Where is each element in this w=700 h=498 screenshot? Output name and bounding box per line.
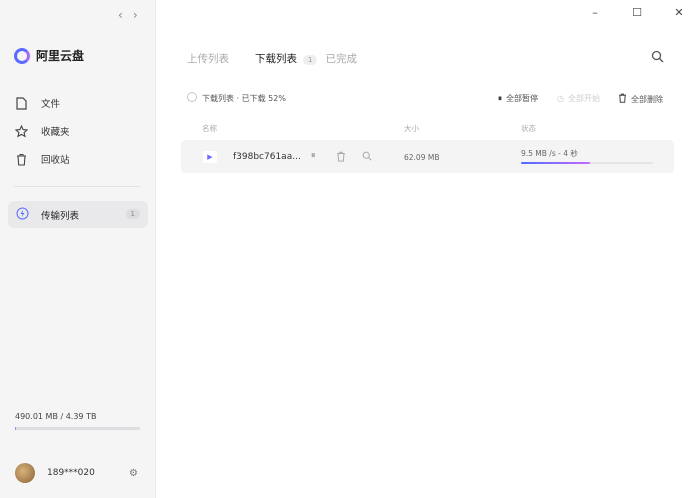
- forward-arrow-icon[interactable]: ›: [133, 8, 138, 22]
- storage-bar: [15, 427, 140, 430]
- brand: 阿里云盘: [14, 47, 84, 64]
- file-icon: [14, 96, 28, 110]
- download-progress-bar: [521, 162, 653, 164]
- delete-all-label: 全部删除: [631, 94, 663, 104]
- storage-bar-fill: [15, 427, 16, 430]
- file-name: f398bc761aa...: [233, 152, 301, 162]
- sidebar-item-transfer[interactable]: 传输列表 1: [8, 201, 148, 228]
- pause-icon[interactable]: ⏸: [311, 151, 316, 161]
- video-file-icon: ▶: [203, 151, 217, 163]
- select-summary: 下载列表 · 已下载 52%: [202, 94, 286, 103]
- sidebar-divider: [14, 186, 140, 187]
- start-all-button[interactable]: ◷ 全部开始: [557, 93, 600, 104]
- pause-all-button[interactable]: ⏸ 全部暂停: [498, 93, 538, 104]
- tab-completed[interactable]: 已完成: [325, 51, 357, 66]
- count-badge: 1: [125, 209, 140, 219]
- column-header-name: 名称: [202, 124, 217, 133]
- play-circle-icon: ◷: [557, 94, 564, 103]
- tab-download-group: 下载列表 1 已完成: [255, 51, 357, 66]
- sidebar-item-label: 收藏夹: [41, 127, 70, 138]
- count-badge: 1: [303, 55, 318, 65]
- storage-usage: 490.01 MB / 4.39 TB: [15, 412, 97, 421]
- start-all-label: 全部开始: [567, 94, 600, 103]
- search-icon[interactable]: [651, 50, 664, 66]
- main-panel: – ☐ ✕ 上传列表 下载列表 1 已完成 下载列表 · 已下载 52% ⏸ 全部…: [156, 0, 700, 498]
- column-header-size: 大小: [404, 124, 419, 133]
- star-icon: [14, 124, 28, 138]
- maximize-icon[interactable]: ☐: [616, 6, 658, 19]
- sidebar-item-trash[interactable]: 回收站: [14, 152, 70, 166]
- pause-icon: ⏸: [498, 93, 502, 103]
- download-progress-fill: [521, 162, 590, 164]
- trash-icon[interactable]: [336, 151, 346, 165]
- sidebar-item-files[interactable]: 文件: [14, 96, 60, 110]
- tab-label: 下载列表: [255, 53, 297, 65]
- nav-arrows: ‹ ›: [118, 8, 138, 22]
- user-name: 189***020: [47, 468, 95, 478]
- download-status: 9.5 MB /s - 4 秒: [521, 149, 578, 158]
- sidebar-item-label: 文件: [41, 99, 61, 110]
- file-size: 62.09 MB: [404, 153, 440, 162]
- trash-icon: [14, 152, 28, 166]
- tab-download[interactable]: 下载列表 1: [255, 51, 318, 66]
- back-arrow-icon[interactable]: ‹: [118, 8, 123, 22]
- logo-icon: [14, 47, 30, 64]
- close-icon[interactable]: ✕: [658, 6, 700, 19]
- toolbar: 下载列表 · 已下载 52% ⏸ 全部暂停 ◷ 全部开始 全部删除: [187, 92, 667, 106]
- brand-name: 阿里云盘: [36, 49, 85, 63]
- sidebar-item-favorites[interactable]: 收藏夹: [14, 124, 70, 138]
- tab-upload[interactable]: 上传列表: [187, 51, 229, 66]
- window-controls: – ☐ ✕: [574, 6, 700, 19]
- table-row[interactable]: ▶ f398bc761aa... ⏸ 62.09 MB 9.5 MB /s - …: [181, 140, 674, 173]
- sidebar: ‹ › 阿里云盘 文件 收藏夹 回收站 传输列表 1 490.01 MB / 4…: [0, 0, 156, 498]
- minimize-icon[interactable]: –: [574, 6, 616, 19]
- transfer-tabs: 上传列表 下载列表 1 已完成: [187, 51, 357, 66]
- column-header-status: 状态: [521, 124, 536, 133]
- pause-all-label: 全部暂停: [506, 94, 538, 103]
- sidebar-item-label: 回收站: [41, 155, 70, 166]
- sidebar-item-label: 传输列表: [41, 210, 80, 222]
- trash-icon: [618, 93, 627, 105]
- select-all-checkbox[interactable]: [187, 92, 197, 102]
- delete-all-button[interactable]: 全部删除: [618, 93, 663, 105]
- avatar[interactable]: [15, 463, 35, 483]
- locate-file-icon[interactable]: [362, 151, 372, 164]
- lightning-icon: [16, 207, 29, 223]
- app-window: ‹ › 阿里云盘 文件 收藏夹 回收站 传输列表 1 490.01 MB / 4…: [0, 0, 700, 498]
- gear-icon[interactable]: ⚙: [129, 468, 138, 479]
- user-profile[interactable]: 189***020: [15, 463, 95, 483]
